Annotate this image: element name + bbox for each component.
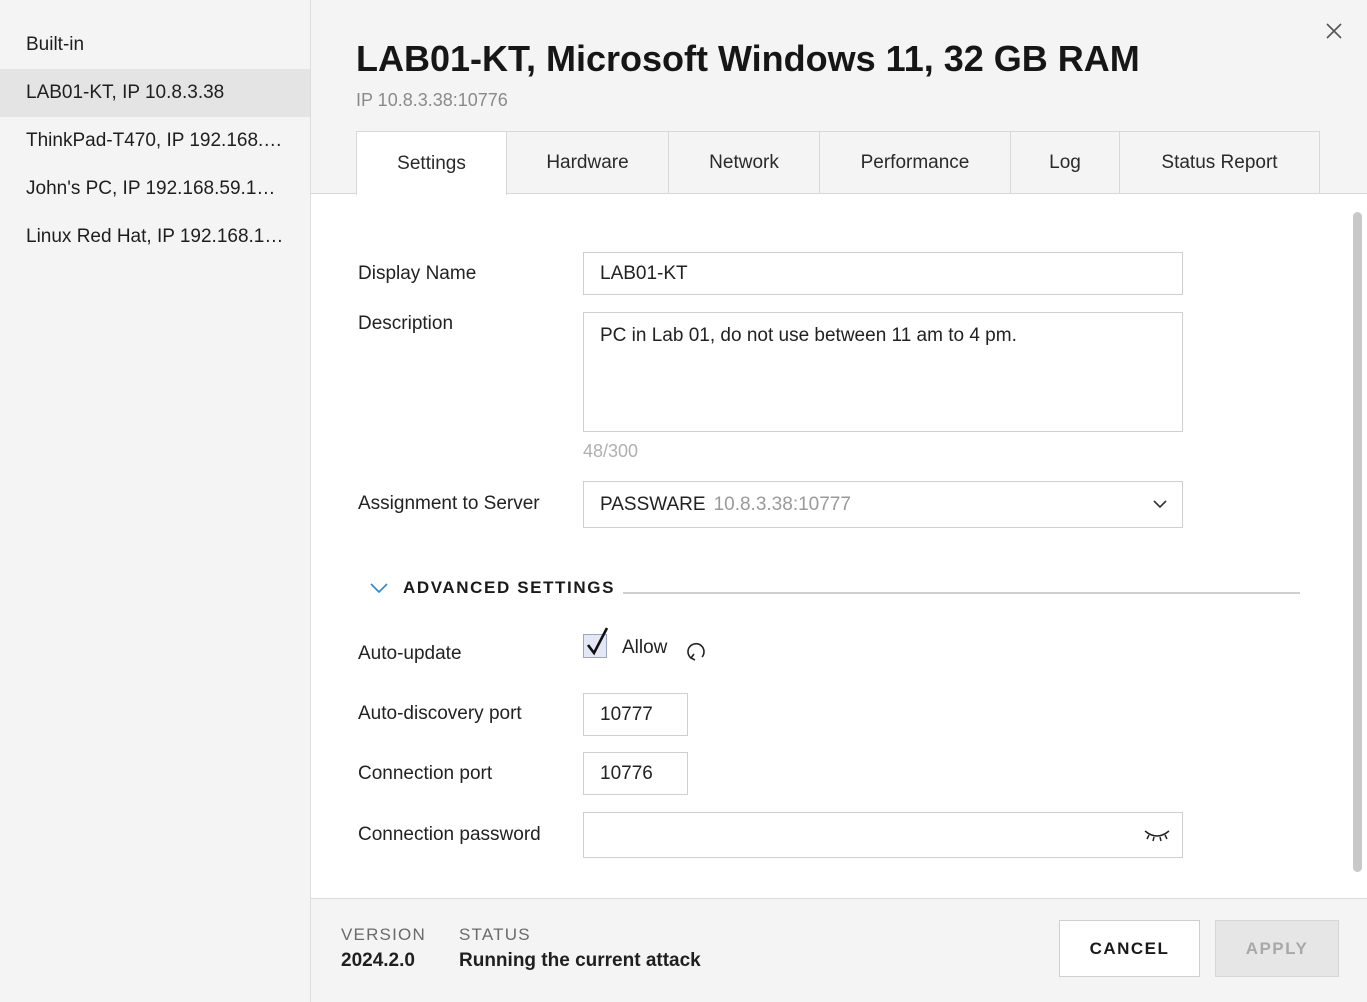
eye-closed-icon[interactable]: [1142, 825, 1172, 845]
section-divider: [623, 592, 1300, 594]
display-name-input[interactable]: LAB01-KT: [583, 252, 1183, 295]
sidebar-item-built-in[interactable]: Built-in: [0, 21, 310, 69]
scrollbar[interactable]: [1351, 212, 1363, 872]
chevron-down-icon: [370, 583, 388, 594]
device-sidebar: Built-in LAB01-KT, IP 10.8.3.38 ThinkPad…: [0, 0, 311, 1002]
connection-password-input[interactable]: [583, 812, 1183, 858]
version-label: VERSION: [341, 925, 426, 944]
sidebar-item-lab01-kt[interactable]: LAB01-KT, IP 10.8.3.38: [0, 69, 310, 117]
advanced-settings-label: ADVANCED SETTINGS: [403, 578, 616, 597]
page-title: LAB01-KT, Microsoft Windows 11, 32 GB RA…: [356, 38, 1140, 79]
description-char-count: 48/300: [583, 441, 639, 461]
auto-update-allow-label[interactable]: Allow: [622, 637, 667, 659]
tab-performance[interactable]: Performance: [819, 131, 1011, 194]
server-name: PASSWARE: [600, 494, 706, 515]
apply-button[interactable]: APPLY: [1215, 920, 1339, 977]
connection-password-label: Connection password: [358, 824, 541, 845]
description-textarea[interactable]: PC in Lab 01, do not use between 11 am t…: [583, 312, 1183, 432]
settings-panel: Display Name LAB01-KT Description PC in …: [311, 194, 1367, 899]
close-button[interactable]: [1323, 20, 1345, 42]
server-select[interactable]: PASSWARE 10.8.3.38:10777: [583, 481, 1183, 528]
scrollbar-thumb[interactable]: [1353, 212, 1362, 872]
description-label: Description: [358, 313, 454, 334]
sidebar-item-thinkpad[interactable]: ThinkPad-T470, IP 192.168.…: [0, 117, 310, 165]
details-header: LAB01-KT, Microsoft Windows 11, 32 GB RA…: [311, 0, 1367, 195]
version-value: 2024.2.0: [341, 950, 415, 971]
display-name-label: Display Name: [358, 263, 477, 284]
sidebar-item-linux-red-hat[interactable]: Linux Red Hat, IP 192.168.1…: [0, 213, 310, 261]
tab-status-report[interactable]: Status Report: [1119, 131, 1320, 194]
auto-update-checkbox[interactable]: [583, 627, 609, 658]
server-address: 10.8.3.38:10777: [713, 494, 851, 515]
auto-discovery-port-input[interactable]: 10777: [583, 693, 688, 736]
connection-port-label: Connection port: [358, 763, 493, 784]
sidebar-item-johns-pc[interactable]: John's PC, IP 192.168.59.1…: [0, 165, 310, 213]
auto-discovery-port-label: Auto-discovery port: [358, 703, 522, 724]
status-value: Running the current attack: [459, 950, 701, 971]
assignment-label: Assignment to Server: [358, 493, 540, 514]
status-label: STATUS: [459, 925, 531, 944]
cancel-button[interactable]: CANCEL: [1059, 920, 1200, 977]
close-icon: [1326, 23, 1342, 39]
checkmark-icon: [586, 627, 609, 656]
refresh-icon[interactable]: [685, 638, 709, 664]
page-subtitle: IP 10.8.3.38:10776: [356, 90, 508, 110]
tab-log[interactable]: Log: [1010, 131, 1120, 194]
dialog-footer: VERSION 2024.2.0 STATUS Running the curr…: [311, 898, 1367, 1002]
auto-update-label: Auto-update: [358, 643, 462, 664]
tab-network[interactable]: Network: [668, 131, 820, 194]
chevron-down-icon: [1153, 500, 1167, 509]
tab-hardware[interactable]: Hardware: [506, 131, 669, 194]
advanced-settings-toggle[interactable]: ADVANCED SETTINGS: [369, 576, 615, 600]
tab-settings[interactable]: Settings: [356, 131, 507, 195]
connection-port-input[interactable]: 10776: [583, 752, 688, 795]
